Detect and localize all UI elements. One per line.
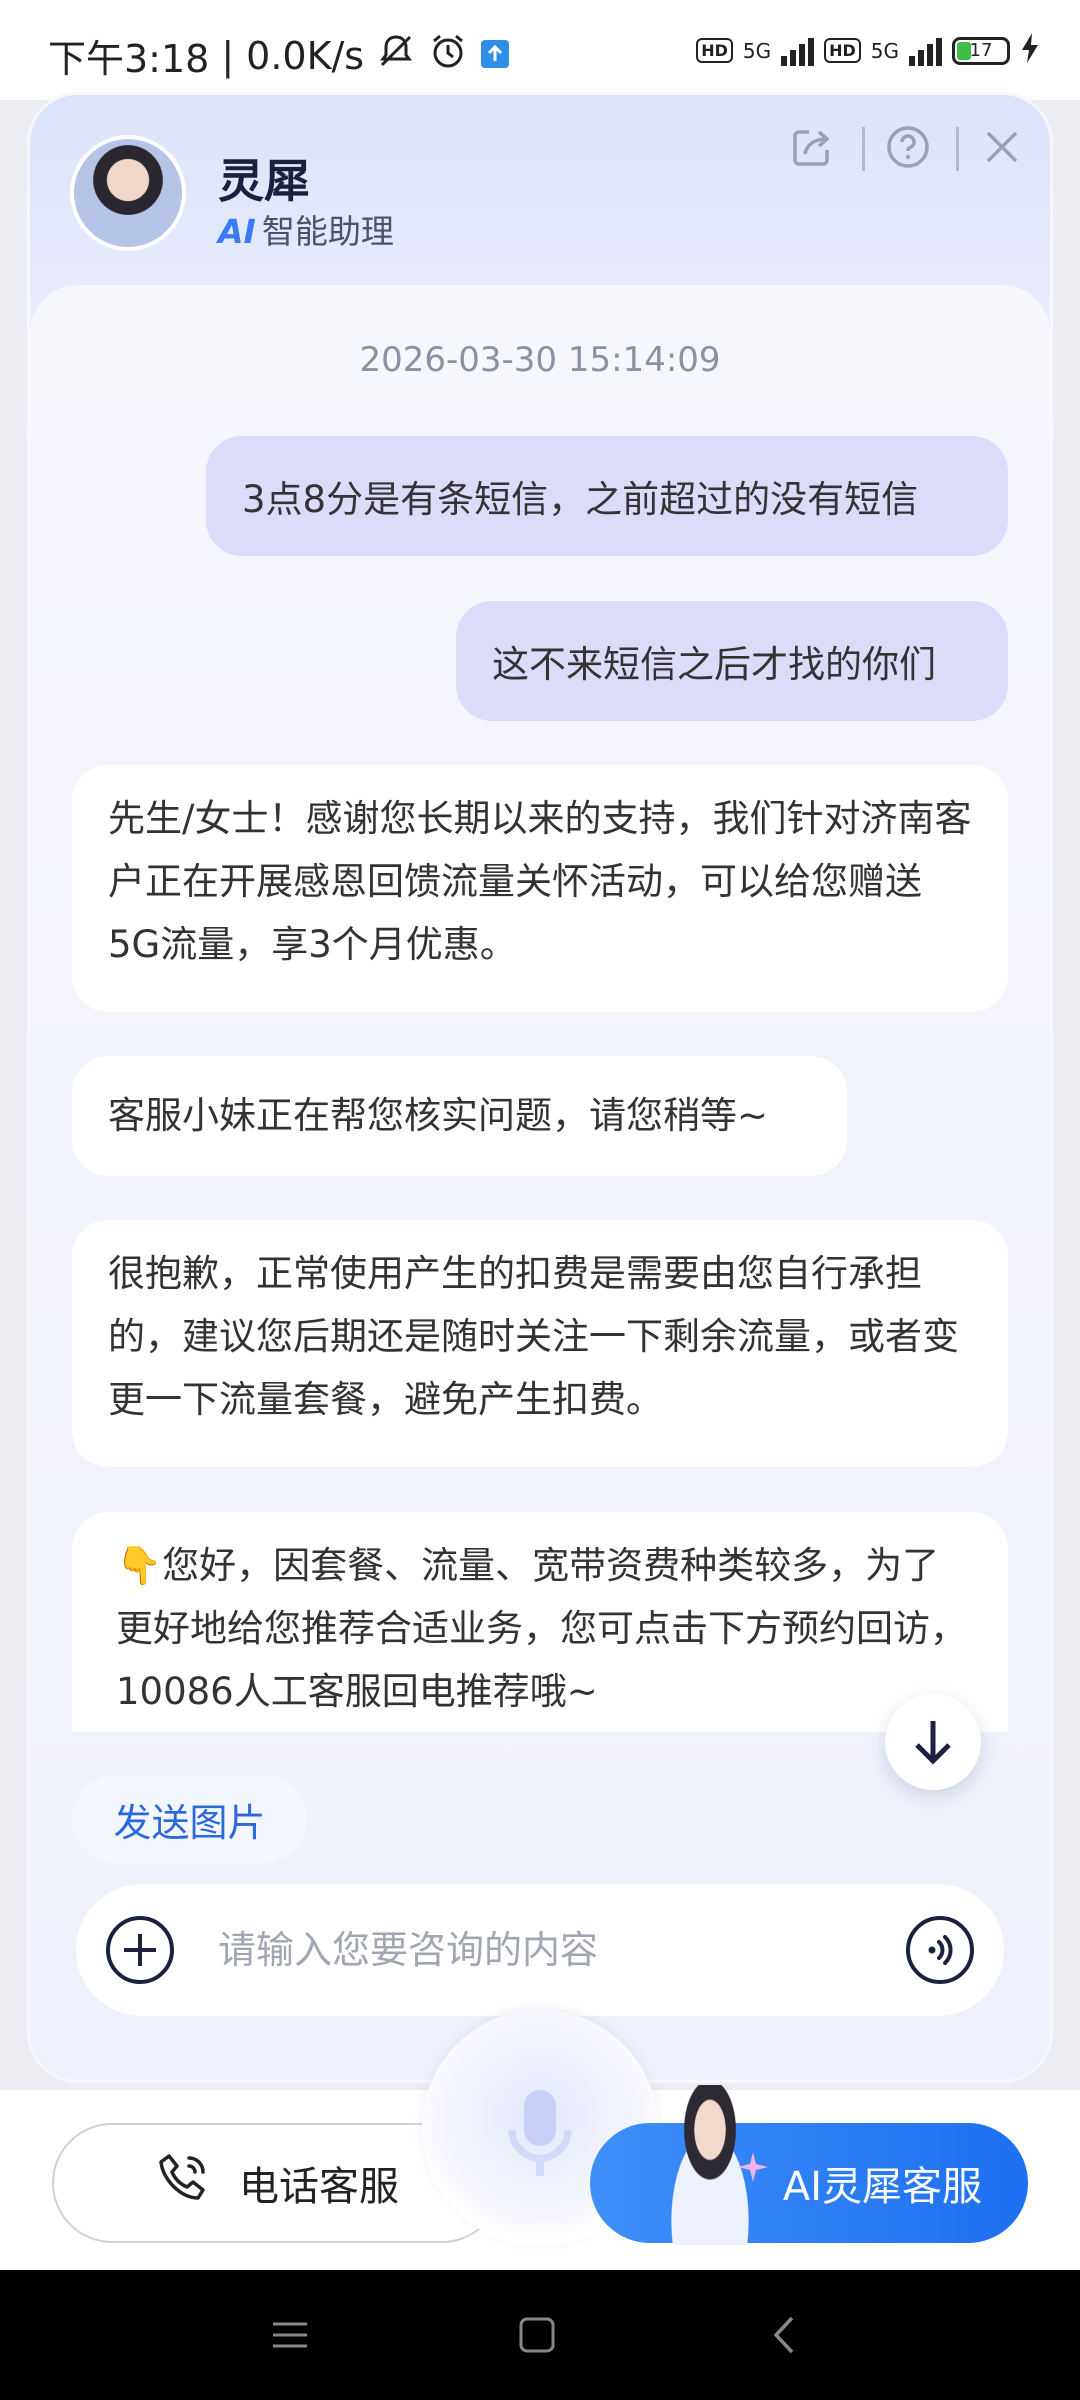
- sparkle-icon: [738, 2152, 768, 2186]
- battery-level: 17: [969, 39, 993, 61]
- status-right: HD 5G HD 5G 17: [696, 32, 1040, 69]
- status-bar: 下午3:18 | 0.0K/s HD 5G HD 5G 17: [0, 0, 1080, 100]
- status-left: 下午3:18 | 0.0K/s: [48, 28, 510, 83]
- phone-service-label: 电话客服: [239, 2164, 399, 2210]
- bot-name: 灵犀: [218, 154, 310, 208]
- battery-icon: 17: [952, 36, 1010, 65]
- message-input[interactable]: 请输入您要咨询的内容: [218, 1884, 598, 2016]
- share-icon[interactable]: [782, 117, 842, 177]
- bot-message[interactable]: 很抱歉，正常使用产生的扣费是需要由您自行承担的，建议您后期还是随时关注一下剩余流…: [72, 1220, 1008, 1467]
- status-divider: |: [221, 33, 235, 78]
- bot-message[interactable]: 👇您好，因套餐、流量、宽带资费种类较多，为了更好地给您推荐合适业务，您可点击下方…: [72, 1512, 1008, 1732]
- menu-icon[interactable]: [265, 2310, 315, 2360]
- user-message[interactable]: 3点8分是有条短信，之前超过的没有短信: [206, 436, 1008, 556]
- network-label-2: 5G: [870, 38, 899, 63]
- arrow-down-icon: [915, 1721, 951, 1765]
- upload-notif-icon: [480, 34, 510, 78]
- ai-label: AI: [218, 212, 256, 251]
- signal-icon: [781, 36, 815, 66]
- plus-icon[interactable]: [104, 1914, 176, 1986]
- phone-icon: [155, 2150, 211, 2216]
- bot-message[interactable]: 先生/女士！感谢您长期以来的支持，我们针对济南客户正在开展感恩回馈流量关怀活动，…: [72, 765, 1008, 1012]
- home-icon[interactable]: [512, 2310, 562, 2360]
- status-time: 下午3:18: [48, 37, 210, 81]
- network-label-1: 5G: [742, 38, 772, 63]
- chat-timestamp: 2026-03-30 15:14:09: [359, 340, 721, 380]
- header-divider: [862, 127, 865, 171]
- status-speed: 0.0K/s: [246, 33, 365, 78]
- charging-icon: [1020, 32, 1040, 69]
- bot-subtitle-text: 智能助理: [261, 212, 394, 251]
- alarm-icon: [428, 31, 468, 80]
- bot-message[interactable]: 客服小妹正在帮您核实问题，请您稍等~: [72, 1056, 847, 1176]
- back-icon[interactable]: [760, 2310, 810, 2360]
- scroll-down-button[interactable]: [885, 1694, 981, 1790]
- ai-service-label: AI灵犀客服: [782, 2164, 982, 2210]
- close-icon[interactable]: [972, 117, 1032, 177]
- bot-avatar: [70, 135, 186, 251]
- chat-header: 灵犀 AI 智能助理: [30, 95, 1050, 295]
- mute-icon: [376, 31, 416, 80]
- voice-input-icon[interactable]: [904, 1914, 976, 1986]
- signal-icon: [909, 36, 942, 66]
- help-icon[interactable]: [878, 117, 938, 177]
- send-image-chip[interactable]: 发送图片: [72, 1775, 307, 1863]
- hd-icon: HD: [824, 38, 861, 63]
- microphone-icon: [490, 2080, 590, 2190]
- user-message[interactable]: 这不来短信之后才找的你们: [456, 601, 1008, 721]
- system-nav-bar: [0, 2270, 1080, 2400]
- header-divider: [956, 127, 959, 171]
- hd-icon: HD: [696, 38, 733, 63]
- message-input-bar: 请输入您要咨询的内容: [76, 1884, 1004, 2016]
- bot-subtitle: AI 智能助理: [218, 205, 394, 253]
